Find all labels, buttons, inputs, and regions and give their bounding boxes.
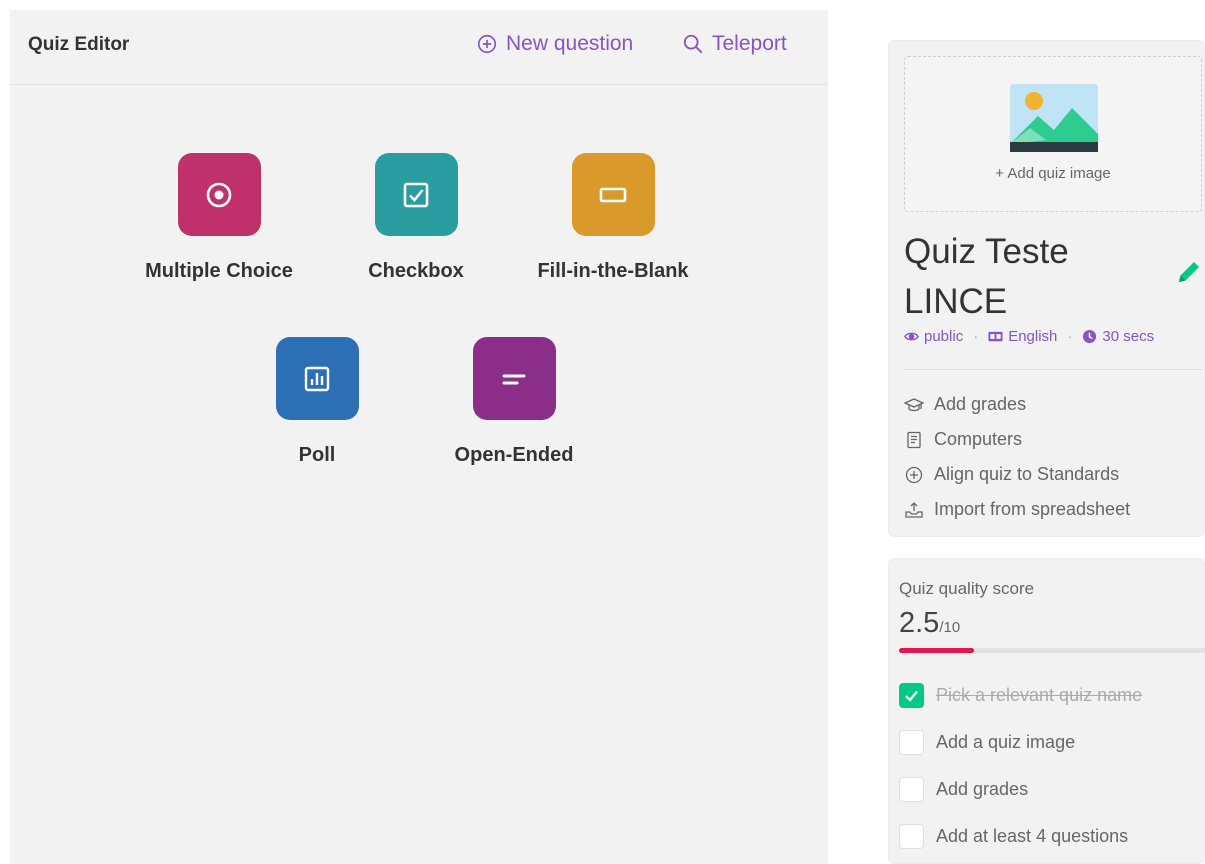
quiz-info-card: + Add quiz image Quiz Teste LINCE public… [888, 40, 1205, 537]
time-setting[interactable]: 30 secs [1082, 328, 1154, 345]
fill-in-the-blank-label: Fill-in-the-Blank [537, 260, 689, 282]
bar-chart-icon [304, 366, 330, 391]
meta-separator: · [973, 328, 979, 345]
quality-checkbox[interactable] [899, 730, 924, 755]
subject-label: Computers [934, 429, 1023, 449]
question-type-poll[interactable]: Poll [227, 337, 407, 467]
blank-box-icon [599, 187, 627, 202]
clock-icon [1083, 329, 1097, 344]
search-icon [683, 34, 703, 54]
quiz-settings-list: Add grades Computers Align quiz to Stand… [904, 387, 1130, 527]
quality-score-title: Quiz quality score [899, 579, 1035, 598]
time-label: 30 secs [1102, 328, 1155, 345]
quality-checklist: Pick a relevant quiz name Add a quiz imag… [899, 672, 1142, 860]
teleport-button[interactable]: Teleport [682, 32, 787, 56]
multiple-choice-label: Multiple Choice [145, 260, 293, 282]
checkbox-tile[interactable] [374, 153, 458, 236]
open-ended-label: Open-Ended [454, 444, 574, 466]
quality-checkbox[interactable] [899, 777, 924, 802]
plus-circle-icon [477, 34, 497, 54]
quality-score-bar [899, 648, 1205, 653]
poll-tile[interactable] [275, 337, 359, 420]
language-setting[interactable]: English [988, 328, 1057, 345]
text-lines-icon [502, 374, 526, 384]
question-type-fill-in-the-blank[interactable]: Fill-in-the-Blank [523, 153, 703, 283]
checkbox-label: Checkbox [368, 260, 464, 282]
checkbox-icon [403, 182, 429, 207]
quiz-quality-card: Quiz quality score 2.5/10 Pick a relevan… [888, 558, 1205, 864]
import-spreadsheet-action[interactable]: Import from spreadsheet [904, 492, 1130, 527]
question-type-pane: Quiz Editor New question Teleport Multip… [10, 10, 828, 864]
subject-action[interactable]: Computers [904, 422, 1130, 457]
question-type-checkbox[interactable]: Checkbox [326, 153, 506, 283]
import-spreadsheet-label: Import from spreadsheet [934, 499, 1131, 519]
editor-top-bar: Quiz Editor New question Teleport [10, 10, 828, 85]
divider [904, 369, 1202, 370]
teleport-label: Teleport [712, 32, 787, 55]
new-question-button[interactable]: New question [476, 32, 633, 56]
visibility-label: public [924, 328, 964, 345]
plus-circle-icon [905, 466, 923, 483]
landscape-image-icon [1010, 84, 1098, 152]
add-quiz-image-area[interactable]: + Add quiz image [904, 56, 1202, 212]
import-icon [905, 501, 923, 518]
quality-check-label: Add a quiz image [936, 732, 1076, 752]
quality-check-item[interactable]: Pick a relevant quiz name [899, 672, 1142, 719]
quiz-meta-row: public · English · 30 secs [904, 328, 1154, 345]
quality-check-item[interactable]: Add at least 4 questions [899, 813, 1142, 860]
align-standards-label: Align quiz to Standards [934, 464, 1120, 484]
add-grades-action[interactable]: Add grades [904, 387, 1130, 422]
eye-icon [904, 332, 919, 341]
radio-target-icon [206, 182, 232, 207]
quality-check-label: Pick a relevant quiz name [936, 685, 1143, 705]
quality-check-item[interactable]: Add a quiz image [899, 719, 1142, 766]
quality-check-item[interactable]: Add grades [899, 766, 1142, 813]
add-quiz-image-label: + Add quiz image [995, 165, 1111, 182]
score-max: /10 [939, 619, 961, 636]
graduation-cap-icon [904, 397, 924, 411]
poll-label: Poll [298, 444, 336, 466]
open-ended-tile[interactable] [472, 337, 556, 420]
add-grades-label: Add grades [934, 394, 1027, 414]
edit-pencil-icon[interactable] [1175, 258, 1203, 286]
quality-check-label: Add at least 4 questions [936, 826, 1129, 846]
quality-checkbox[interactable] [899, 824, 924, 849]
multiple-choice-tile[interactable] [177, 153, 261, 236]
quality-score-fill [899, 648, 975, 653]
meta-separator: · [1067, 328, 1073, 345]
quality-score-value: 2.5/10 [899, 607, 960, 640]
book-icon [907, 431, 921, 448]
question-type-multiple-choice[interactable]: Multiple Choice [129, 153, 309, 283]
question-type-open-ended[interactable]: Open-Ended [424, 337, 604, 467]
quality-checkbox[interactable] [899, 683, 924, 708]
score-number: 2.5 [899, 607, 940, 639]
language-label: English [1008, 328, 1058, 345]
align-standards-action[interactable]: Align quiz to Standards [904, 457, 1130, 492]
visibility-setting[interactable]: public [904, 328, 963, 345]
new-question-label: New question [506, 32, 634, 55]
language-icon [988, 331, 1003, 342]
quality-check-label: Add grades [936, 779, 1029, 799]
fill-in-the-blank-tile[interactable] [571, 153, 655, 236]
checkmark-icon [905, 690, 918, 702]
editor-title: Quiz Editor [28, 34, 130, 55]
quiz-name: Quiz Teste LINCE [904, 232, 1069, 321]
